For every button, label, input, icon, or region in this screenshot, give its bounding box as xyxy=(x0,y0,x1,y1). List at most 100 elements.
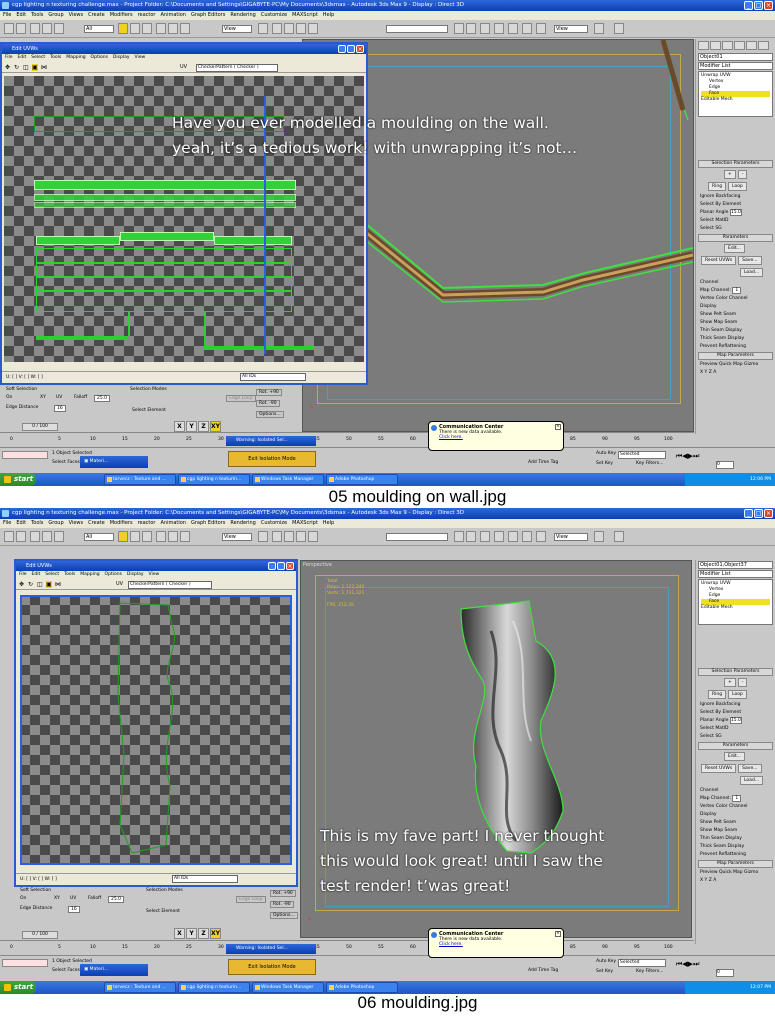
select-matid-label[interactable]: Select MatID xyxy=(700,725,771,732)
hierarchy-tab-icon[interactable] xyxy=(722,41,733,50)
plus-button[interactable]: + xyxy=(724,170,736,179)
menu-rendering[interactable]: Rendering xyxy=(230,519,256,528)
select-sg-label[interactable]: Select SG xyxy=(700,225,771,232)
layer-manager-icon[interactable] xyxy=(480,531,490,542)
save-button[interactable]: Save... xyxy=(738,764,762,773)
minimize-button[interactable]: _ xyxy=(744,509,753,518)
snap-icon[interactable] xyxy=(272,531,282,542)
axis-xy-button[interactable]: XY xyxy=(210,421,221,432)
undo-icon[interactable] xyxy=(4,531,14,542)
layer-manager-icon[interactable] xyxy=(480,23,490,34)
uv-menu-file[interactable]: File xyxy=(5,54,13,62)
uv-scale-icon[interactable]: ◫ xyxy=(23,64,29,71)
uv-move-icon[interactable]: ✥ xyxy=(19,581,24,588)
pivot-icon[interactable] xyxy=(258,531,268,542)
angle-snap-icon[interactable] xyxy=(284,531,294,542)
balloon-link[interactable]: Click here. xyxy=(439,435,463,440)
minimized-window[interactable]: ▣ Materi... xyxy=(80,456,148,468)
menu-file[interactable]: File xyxy=(3,519,11,528)
show-pelt-seam-checkbox[interactable]: Show Pelt Seam xyxy=(700,311,771,318)
move-icon[interactable] xyxy=(156,531,166,542)
quick-render-icon[interactable] xyxy=(594,23,604,34)
checker-pattern-dropdown[interactable]: CheckerPattern ( Checker ) xyxy=(196,64,278,72)
teapot-render-icon[interactable] xyxy=(614,531,624,542)
select-object-icon[interactable] xyxy=(118,23,128,34)
falloff-field[interactable]: 25.0 xyxy=(108,896,125,903)
menu-group[interactable]: Group xyxy=(48,11,63,20)
balloon-close-icon[interactable]: × xyxy=(555,424,561,430)
menu-graph-editors[interactable]: Graph Editors xyxy=(191,11,225,20)
select-element-checkbox[interactable]: Select Element xyxy=(146,909,180,914)
uv-maximize-button[interactable] xyxy=(277,562,285,570)
balloon-link[interactable]: Click here. xyxy=(439,942,463,947)
gizmo-axis-radios[interactable]: X Y Z A xyxy=(700,877,771,884)
planar-angle-field[interactable]: 15.0 xyxy=(729,717,742,724)
angle-snap-icon[interactable] xyxy=(284,23,294,34)
parameters-rollout[interactable]: Parameters xyxy=(698,742,773,750)
ring-button[interactable]: Ring xyxy=(708,182,727,191)
select-matid-label[interactable]: Select MatID xyxy=(700,217,771,224)
minimize-button[interactable]: _ xyxy=(744,1,753,10)
unlink-icon[interactable] xyxy=(42,531,52,542)
communication-center-balloon[interactable]: × Communication Center There is new data… xyxy=(428,928,564,958)
curve-editor-icon[interactable] xyxy=(494,531,504,542)
show-map-seam-checkbox[interactable]: Show Map Seam xyxy=(700,319,771,326)
snap-icon[interactable] xyxy=(272,23,282,34)
uv-freeform-icon[interactable]: ▣ xyxy=(32,64,38,71)
ref-coord-dropdown[interactable]: View xyxy=(222,25,252,33)
axis-z-button[interactable]: Z xyxy=(198,928,209,939)
rotate-icon[interactable] xyxy=(168,23,178,34)
task-torvecz[interactable]: torvecz : Texture and ... xyxy=(104,474,176,485)
modifier-list-dropdown[interactable]: Modifier List xyxy=(698,570,773,578)
minus-button[interactable]: - xyxy=(737,678,748,687)
named-selection-dropdown[interactable] xyxy=(386,533,448,541)
time-slider[interactable]: 0 / 100 0 5 10 15 20 25 30 35 40 45 50 5… xyxy=(0,423,694,446)
playback-controls-icon[interactable]: ⏮◀▶⏭ xyxy=(676,960,699,969)
ignore-backfacing-checkbox[interactable]: Ignore Backfacing xyxy=(700,701,771,708)
preview-gizmo-checkbox[interactable]: Preview Quick Map Gizmo xyxy=(700,869,771,876)
uv-menu-edit[interactable]: Edit xyxy=(18,54,27,62)
select-object-icon[interactable] xyxy=(118,531,128,542)
redo-icon[interactable] xyxy=(16,23,26,34)
reset-uvws-button[interactable]: Reset UVWs xyxy=(701,764,737,773)
loop-button[interactable]: Loop xyxy=(728,182,747,191)
minimized-window[interactable]: ▣ Materi... xyxy=(80,964,148,976)
link-icon[interactable] xyxy=(30,23,40,34)
preview-gizmo-checkbox[interactable]: Preview Quick Map Gizmo xyxy=(700,361,771,368)
start-button[interactable]: start xyxy=(0,473,36,486)
vertex-color-radio[interactable]: Vertex Color Channel xyxy=(700,803,771,810)
align-icon[interactable] xyxy=(466,531,476,542)
planar-angle-checkbox[interactable]: Planar Angle xyxy=(700,718,728,723)
maximize-button[interactable]: □ xyxy=(754,1,763,10)
stack-editable-mesh[interactable]: Editable Mesh xyxy=(701,97,770,103)
render-scene-icon[interactable] xyxy=(536,531,546,542)
select-element-checkbox[interactable]: Select Element xyxy=(132,408,166,413)
options-button[interactable]: Options... xyxy=(256,411,284,418)
ring-button[interactable]: Ring xyxy=(708,690,727,699)
select-sg-label[interactable]: Select SG xyxy=(700,733,771,740)
material-editor-icon[interactable] xyxy=(522,531,532,542)
render-type-dropdown[interactable]: View xyxy=(554,25,588,33)
edge-distance-field[interactable]: 16 xyxy=(68,906,80,913)
menu-tools[interactable]: Tools xyxy=(31,519,43,528)
menu-file[interactable]: File xyxy=(3,11,11,20)
close-button[interactable]: × xyxy=(764,509,773,518)
maxscript-listener[interactable] xyxy=(2,451,48,459)
edge-loop-button[interactable]: Edge Loop xyxy=(236,896,266,903)
redo-icon[interactable] xyxy=(16,531,26,542)
utilities-tab-icon[interactable] xyxy=(758,41,769,50)
uv-menu-mapping[interactable]: Mapping xyxy=(80,571,99,579)
parameters-rollout[interactable]: Parameters xyxy=(698,234,773,242)
stack-editable-mesh[interactable]: Editable Mesh xyxy=(701,605,770,611)
scale-icon[interactable] xyxy=(180,23,190,34)
align-icon[interactable] xyxy=(466,23,476,34)
move-icon[interactable] xyxy=(156,23,166,34)
task-cgp-lighting[interactable]: cgp lighting n texturin... xyxy=(178,474,250,485)
axis-x-button[interactable]: X xyxy=(174,928,185,939)
object-name-field[interactable]: Object01 xyxy=(698,53,773,61)
render-type-dropdown[interactable]: View xyxy=(554,533,588,541)
menu-rendering[interactable]: Rendering xyxy=(230,11,256,20)
quick-render-icon[interactable] xyxy=(594,531,604,542)
ids-dropdown[interactable]: All IDs xyxy=(240,373,306,381)
motion-tab-icon[interactable] xyxy=(734,41,745,50)
